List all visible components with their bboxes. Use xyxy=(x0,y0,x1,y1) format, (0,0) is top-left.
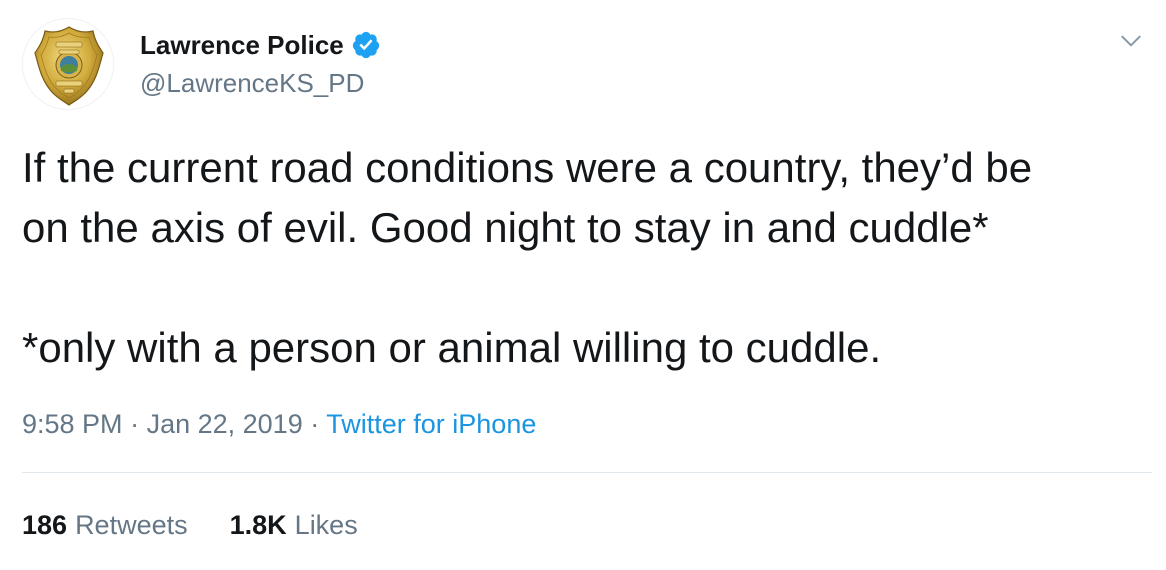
likes-label: Likes xyxy=(294,510,358,540)
retweets-stat[interactable]: 186 Retweets xyxy=(22,507,188,543)
tweet-stats: 186 Retweets 1.8K Likes xyxy=(22,507,358,543)
tweet-source-link[interactable]: Twitter for iPhone xyxy=(326,409,536,439)
author-block[interactable]: Lawrence Police @LawrenceKS_PD xyxy=(140,28,381,100)
tweet-text-blank-line xyxy=(22,258,1152,318)
display-name[interactable]: Lawrence Police xyxy=(140,28,344,62)
retweets-label: Retweets xyxy=(75,510,188,540)
avatar[interactable] xyxy=(22,18,114,110)
police-badge-icon xyxy=(34,26,104,106)
likes-stat[interactable]: 1.8K Likes xyxy=(230,507,358,543)
retweets-count: 186 xyxy=(22,510,68,540)
tweet-text: If the current road conditions were a co… xyxy=(22,138,1152,378)
divider xyxy=(22,472,1152,473)
likes-count: 1.8K xyxy=(229,510,287,540)
meta-separator: · xyxy=(130,409,140,439)
tweet-text-line: *only with a person or animal willing to… xyxy=(22,324,882,371)
tweet-time[interactable]: 9:58 PM xyxy=(22,409,123,439)
tweet-text-line: on the axis of evil. Good night to stay … xyxy=(22,204,989,251)
tweet-text-line: If the current road conditions were a co… xyxy=(22,144,1033,191)
tweet-meta: 9:58 PM · Jan 22, 2019 · Twitter for iPh… xyxy=(22,406,536,442)
handle[interactable]: @LawrenceKS_PD xyxy=(140,66,381,100)
name-row: Lawrence Police xyxy=(140,28,381,62)
tweet-card: Lawrence Police @LawrenceKS_PD If the cu… xyxy=(0,0,1166,570)
meta-separator: · xyxy=(310,409,320,439)
chevron-down-icon[interactable] xyxy=(1118,28,1144,54)
verified-badge-icon xyxy=(352,31,379,59)
tweet-date[interactable]: Jan 22, 2019 xyxy=(147,409,303,439)
